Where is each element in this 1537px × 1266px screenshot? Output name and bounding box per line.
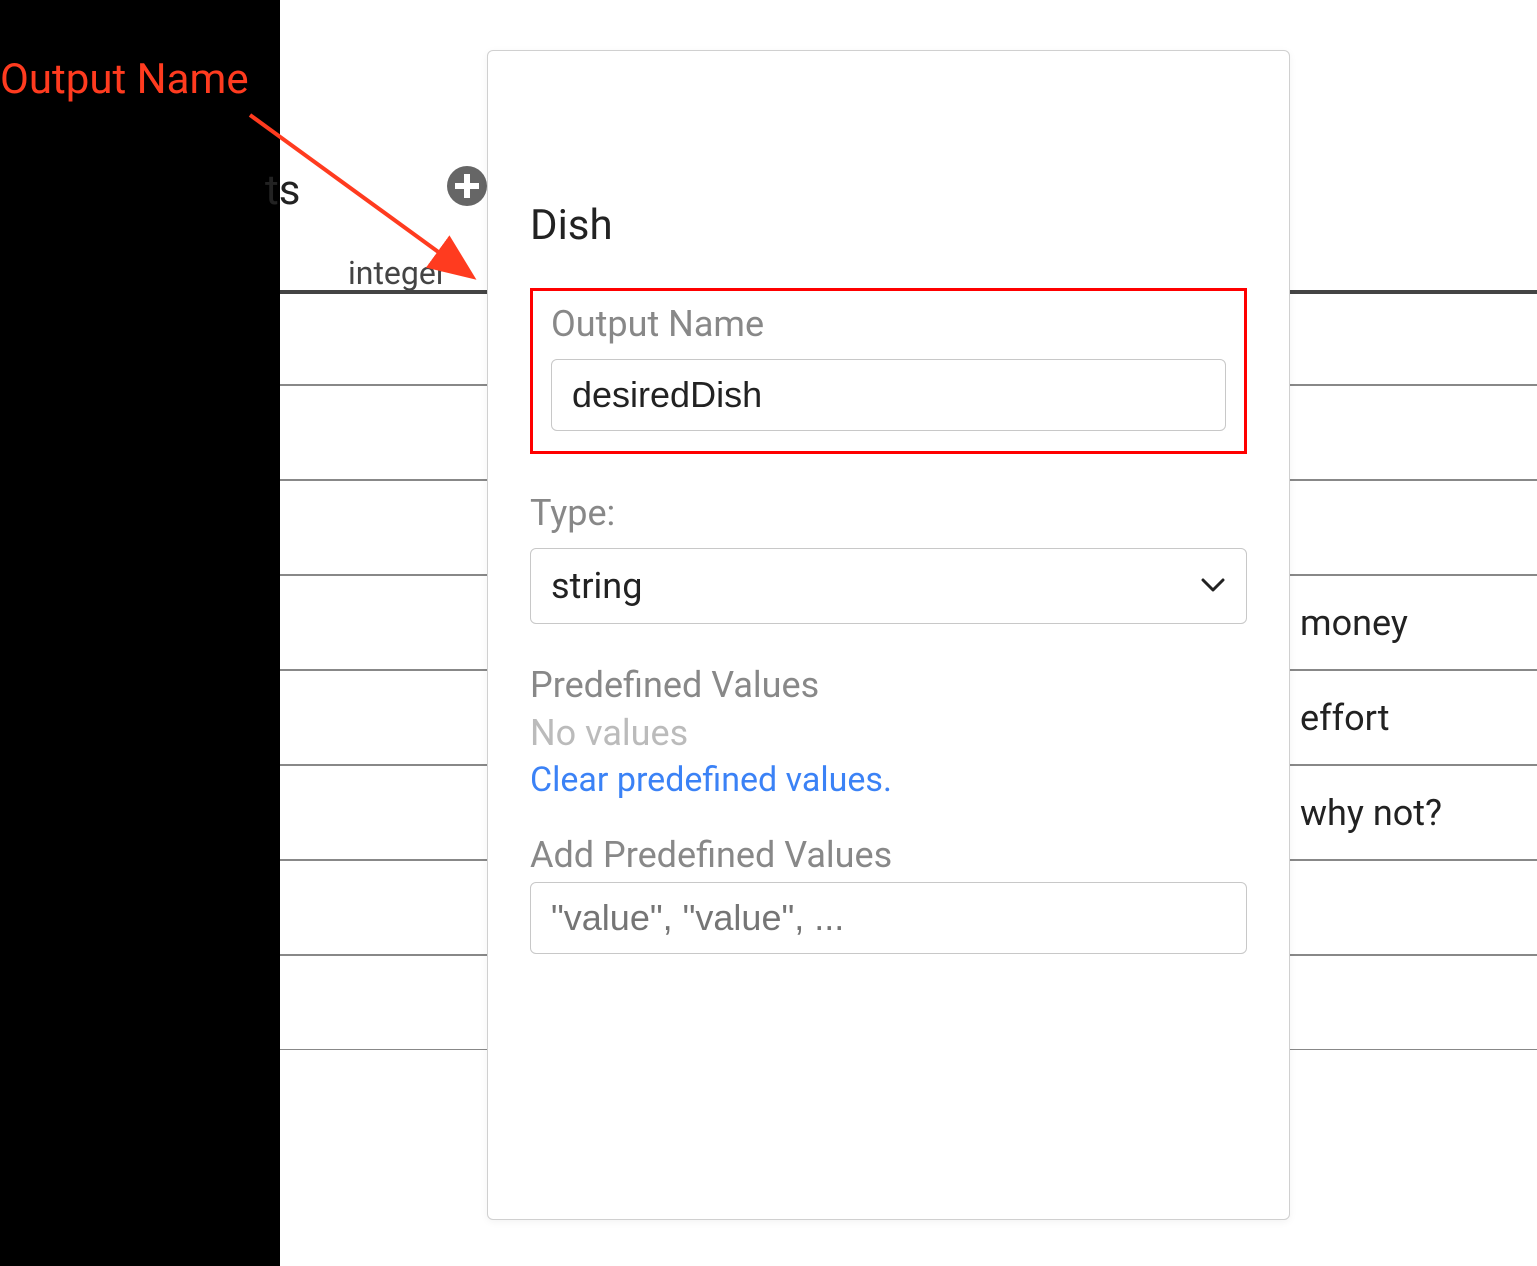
black-sidebar <box>0 0 280 1266</box>
no-values-text: No values <box>530 712 1247 754</box>
add-predefined-label: Add Predefined Values <box>530 834 1247 876</box>
output-name-highlight: Output Name <box>530 288 1247 454</box>
add-predefined-input[interactable] <box>530 882 1247 954</box>
output-config-panel: Dish Output Name Type: string Predefined… <box>487 50 1290 1220</box>
clear-predefined-link[interactable]: Clear predefined values. <box>530 760 892 800</box>
add-icon[interactable] <box>445 164 489 208</box>
predefined-values-label: Predefined Values <box>530 664 1247 706</box>
panel-title: Dish <box>530 201 1247 250</box>
type-label: Type: <box>530 492 1247 534</box>
bg-integer-label: integer <box>348 254 447 292</box>
output-name-input[interactable] <box>551 359 1226 431</box>
annotation-output-name-label: Output Name <box>0 55 249 104</box>
type-select[interactable]: string <box>530 548 1247 624</box>
output-name-label: Output Name <box>551 303 1226 345</box>
bg-partial-text: ts <box>265 166 300 215</box>
